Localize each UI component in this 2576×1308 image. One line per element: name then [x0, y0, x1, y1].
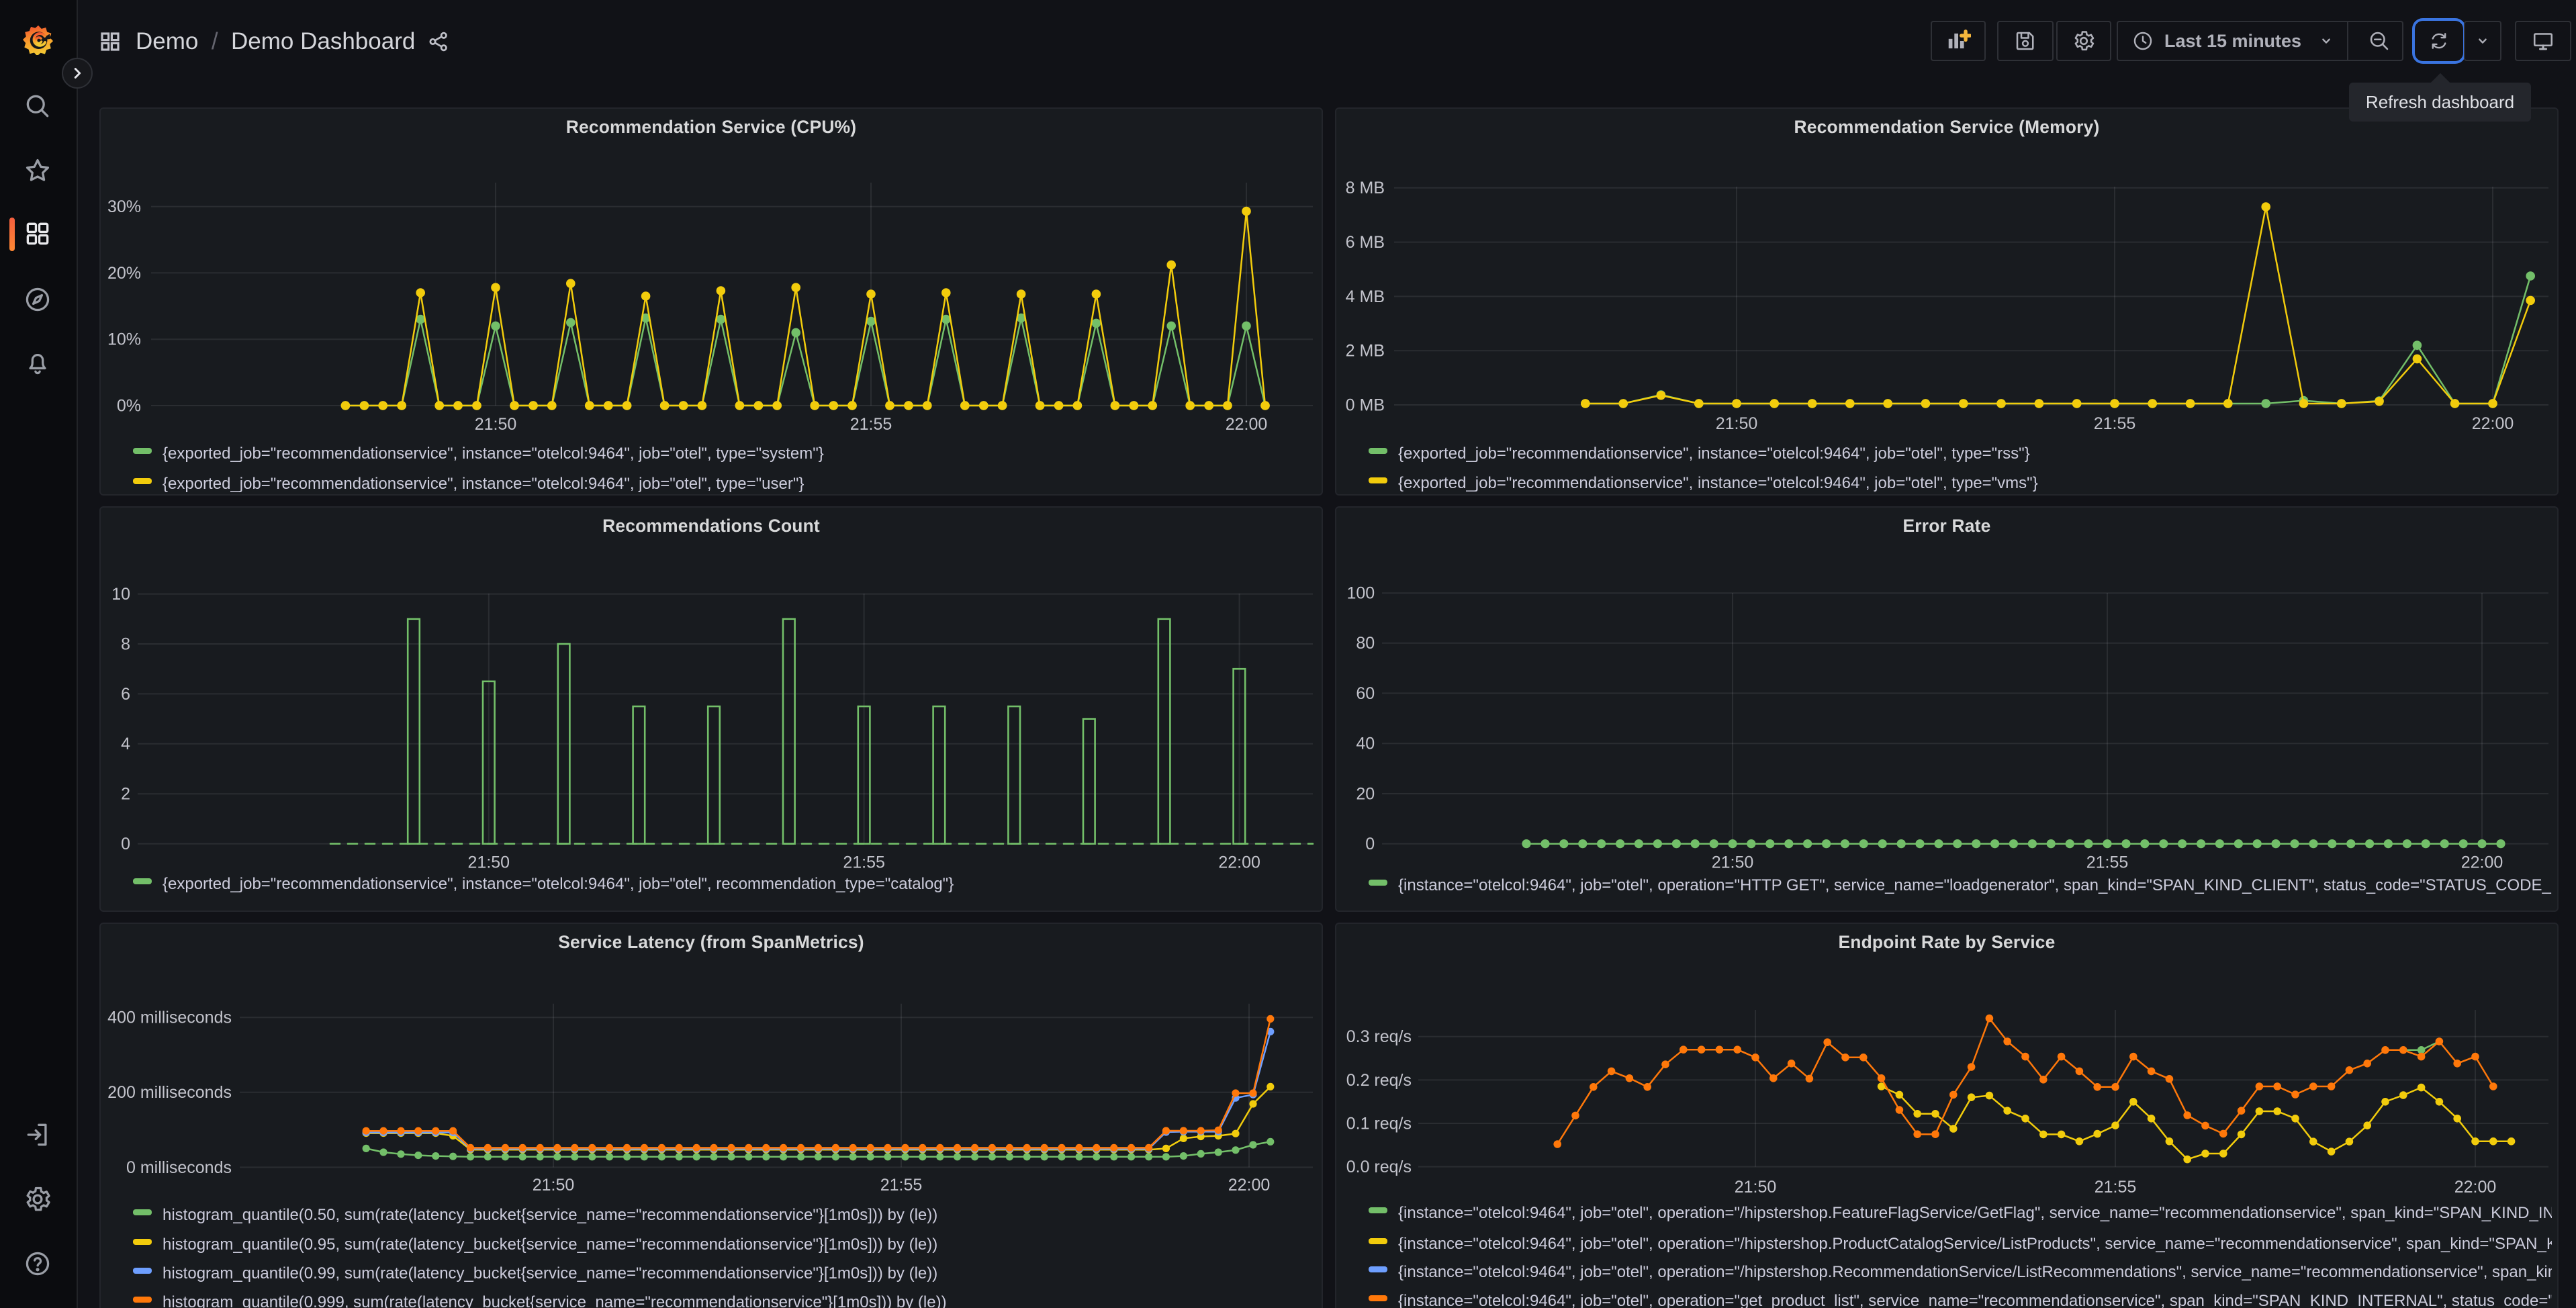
svg-text:8: 8: [121, 635, 130, 653]
svg-text:22:00: 22:00: [1228, 1176, 1271, 1195]
svg-text:0%: 0%: [117, 396, 141, 415]
svg-text:22:00: 22:00: [1226, 415, 1268, 434]
svg-text:21:55: 21:55: [850, 415, 892, 434]
svg-text:4: 4: [121, 735, 130, 753]
svg-text:0 MB: 0 MB: [1346, 395, 1385, 414]
svg-text:8 MB: 8 MB: [1346, 179, 1385, 197]
svg-text:0 milliseconds: 0 milliseconds: [126, 1158, 232, 1177]
svg-text:21:50: 21:50: [475, 415, 517, 434]
svg-text:0.2 req/s: 0.2 req/s: [1346, 1071, 1412, 1090]
svg-text:21:55: 21:55: [2094, 414, 2136, 433]
svg-text:200 milliseconds: 200 milliseconds: [107, 1083, 232, 1102]
svg-text:0.0 req/s: 0.0 req/s: [1346, 1158, 1412, 1176]
svg-text:100: 100: [1346, 584, 1375, 603]
svg-text:10%: 10%: [107, 330, 141, 349]
svg-text:21:50: 21:50: [1735, 1178, 1777, 1197]
svg-text:0.1 req/s: 0.1 req/s: [1346, 1114, 1412, 1133]
svg-text:22:00: 22:00: [2472, 414, 2514, 433]
svg-text:2: 2: [121, 785, 130, 804]
svg-text:400 milliseconds: 400 milliseconds: [107, 1009, 232, 1027]
svg-text:30%: 30%: [107, 197, 141, 216]
svg-text:20%: 20%: [107, 264, 141, 283]
svg-text:20: 20: [1356, 784, 1375, 803]
svg-text:4 MB: 4 MB: [1346, 287, 1385, 306]
svg-text:21:55: 21:55: [880, 1176, 923, 1195]
svg-text:0: 0: [1365, 835, 1375, 853]
svg-text:21:50: 21:50: [533, 1176, 575, 1195]
svg-text:6: 6: [121, 685, 130, 704]
svg-text:21:50: 21:50: [1716, 414, 1758, 433]
svg-text:22:00: 22:00: [2454, 1178, 2497, 1197]
svg-text:10: 10: [111, 585, 130, 604]
svg-text:40: 40: [1356, 735, 1375, 753]
svg-text:80: 80: [1356, 634, 1375, 653]
svg-text:0.3 req/s: 0.3 req/s: [1346, 1027, 1412, 1046]
svg-text:6 MB: 6 MB: [1346, 233, 1385, 252]
svg-text:2 MB: 2 MB: [1346, 342, 1385, 361]
svg-text:21:55: 21:55: [2095, 1178, 2137, 1197]
svg-text:60: 60: [1356, 684, 1375, 703]
svg-text:0: 0: [121, 835, 130, 853]
